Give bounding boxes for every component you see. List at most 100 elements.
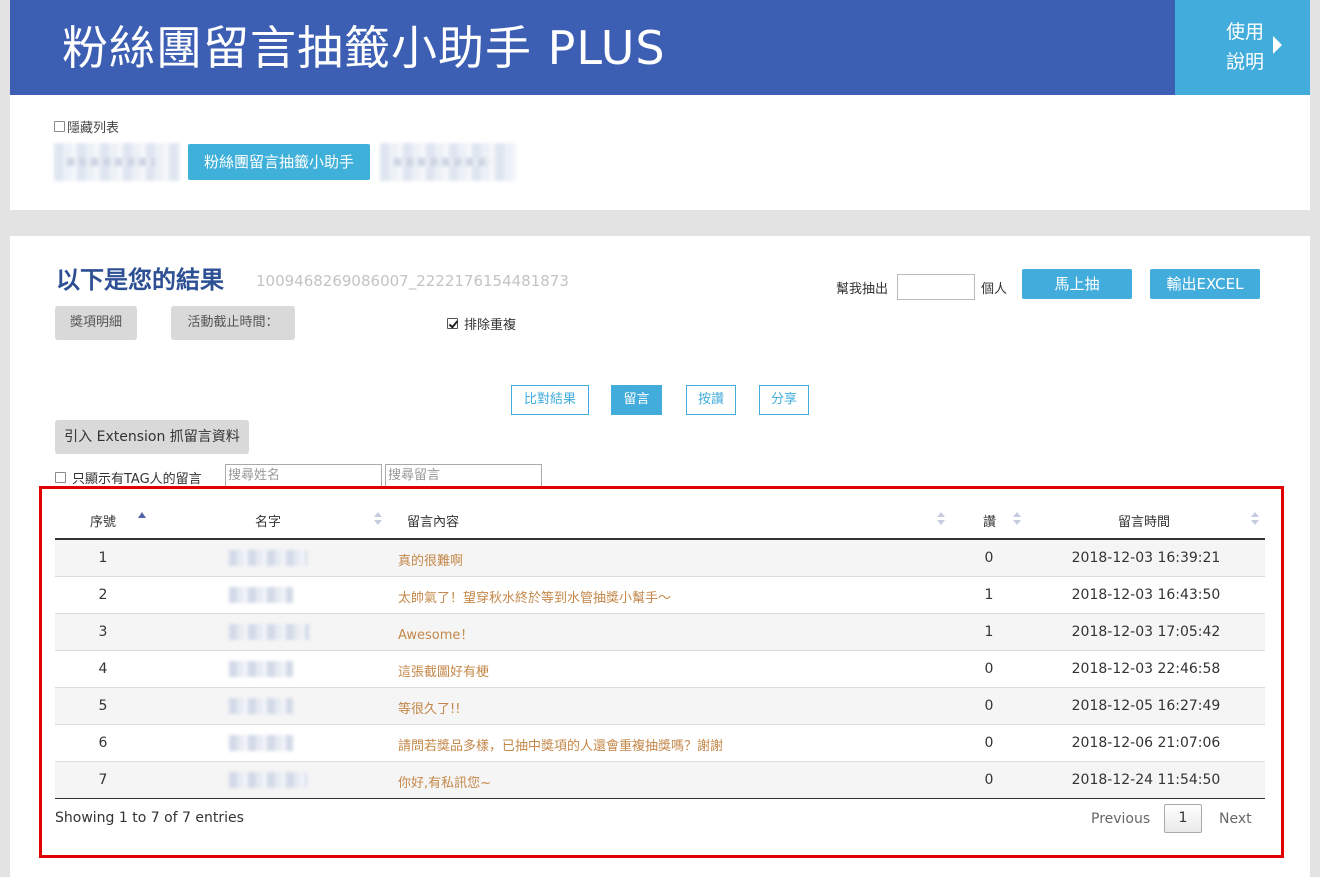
draw-now-button[interactable]: 馬上抽 xyxy=(1022,269,1132,299)
table-body: 1 真的很難啊 0 2018-12-03 16:39:21 2 太帥氣了！望穿秋水終於等到… xyxy=(55,540,1265,799)
cell-name-redacted xyxy=(215,655,323,685)
exclude-duplicates-label: 排除重複 xyxy=(464,318,517,333)
cell-content: 等很久了!! xyxy=(398,702,461,717)
cell-name-redacted xyxy=(215,692,323,722)
comments-table: 序號 名字 留言內容 讚 留言時間 1 真的很難啊 0 2018-12-03 16:3… xyxy=(55,500,1265,799)
tag-only-toggle[interactable]: 只顯示有TAG人的留言 xyxy=(55,468,202,487)
cell-no: 6 xyxy=(98,735,108,751)
export-excel-button[interactable]: 輸出EXCEL xyxy=(1150,269,1260,299)
column-header-no[interactable]: 序號 xyxy=(90,511,116,530)
help-label-line1: 使用 xyxy=(1225,21,1264,43)
help-button[interactable]: 使用 說明 xyxy=(1175,0,1310,95)
draw-label: 幫我抽出 xyxy=(836,282,889,297)
cell-likes: 1 xyxy=(984,587,994,603)
cell-time: 2018-12-24 11:54:50 xyxy=(1071,772,1221,788)
column-header-content[interactable]: 留言內容 xyxy=(407,511,459,530)
table-row[interactable]: 2 太帥氣了！望穿秋水終於等到水管抽獎小幫手～ 1 2018-12-03 16:43:… xyxy=(55,577,1265,614)
tab-likes[interactable]: 按讚 xyxy=(686,385,736,415)
column-header-name[interactable]: 名字 xyxy=(255,511,281,530)
sort-icon[interactable] xyxy=(1013,512,1021,526)
cell-time: 2018-12-06 21:07:06 xyxy=(1071,735,1221,751)
cell-content: Awesome！ xyxy=(398,628,474,643)
table-header: 序號 名字 留言內容 讚 留言時間 xyxy=(55,500,1265,540)
cell-time: 2018-12-03 17:05:42 xyxy=(1071,624,1221,640)
help-label: 使用 說明 xyxy=(1215,17,1275,77)
cell-content: 太帥氣了！望穿秋水終於等到水管抽獎小幫手～ xyxy=(398,591,672,606)
table-row[interactable]: 5 等很久了!! 0 2018-12-05 16:27:49 xyxy=(55,688,1265,725)
cell-no: 5 xyxy=(98,698,108,714)
pagination-next[interactable]: Next xyxy=(1219,811,1252,827)
column-header-time[interactable]: 留言時間 xyxy=(1118,511,1170,530)
cell-time: 2018-12-03 16:39:21 xyxy=(1071,550,1221,566)
app-header: 粉絲團留言抽籤小助手 PLUS 使用 說明 xyxy=(10,0,1310,95)
cell-likes: 0 xyxy=(984,550,994,566)
import-extension-button[interactable]: 引入 Extension 抓留言資料 xyxy=(55,420,249,454)
cell-time: 2018-12-03 22:46:58 xyxy=(1071,661,1221,677)
search-name-input[interactable]: 搜尋姓名 xyxy=(225,464,382,488)
draw-count-input[interactable] xyxy=(897,274,975,300)
cell-name-redacted xyxy=(215,766,323,796)
prize-details-button[interactable]: 獎項明細 xyxy=(55,306,137,340)
draw-unit: 個人 xyxy=(981,282,1008,297)
redacted-tool-button-left[interactable] xyxy=(54,143,180,181)
comment-draw-tool-button[interactable]: 粉絲團留言抽籤小助手 xyxy=(188,144,370,180)
table-row[interactable]: 4 這張截圖好有梗 0 2018-12-03 22:46:58 xyxy=(55,651,1265,688)
table-row[interactable]: 1 真的很難啊 0 2018-12-03 16:39:21 xyxy=(55,540,1265,577)
redacted-name xyxy=(229,772,307,788)
table-row[interactable]: 6 請問若獎品多樣，已抽中獎項的人還會重複抽獎嗎？謝謝 0 2018-12-06 21… xyxy=(55,725,1265,762)
cell-no: 3 xyxy=(98,624,108,640)
redacted-tool-button-right[interactable] xyxy=(380,143,517,181)
cell-likes: 0 xyxy=(984,772,994,788)
table-info: Showing 1 to 7 of 7 entries xyxy=(55,810,244,826)
cell-no: 7 xyxy=(98,772,108,788)
chevron-right-icon xyxy=(1273,36,1282,54)
redacted-name xyxy=(229,735,293,751)
deadline-button[interactable]: 活動截止時間： xyxy=(171,306,295,340)
redacted-name xyxy=(229,661,293,677)
tab-comments[interactable]: 留言 xyxy=(611,385,662,415)
table-row[interactable]: 7 你好,有私訊您~ 0 2018-12-24 11:54:50 xyxy=(55,762,1265,799)
app-title: 粉絲團留言抽籤小助手 PLUS xyxy=(62,21,666,75)
cell-no: 4 xyxy=(98,661,108,677)
cell-likes: 1 xyxy=(984,624,994,640)
pagination-previous[interactable]: Previous xyxy=(1091,811,1150,827)
exclude-duplicates-toggle[interactable]: 排除重複 xyxy=(447,314,516,333)
cell-content: 這張截圖好有梗 xyxy=(398,665,490,680)
cell-name-redacted xyxy=(215,544,323,574)
hide-list-label: 隱藏列表 xyxy=(67,121,120,136)
help-label-line2: 說明 xyxy=(1225,51,1264,73)
tag-only-checkbox[interactable] xyxy=(55,472,66,483)
hide-list-toggle[interactable]: 隱藏列表 xyxy=(54,117,119,136)
cell-content: 你好,有私訊您~ xyxy=(398,776,492,791)
pagination-page-1[interactable]: 1 xyxy=(1164,804,1202,833)
cell-no: 1 xyxy=(98,550,108,566)
sort-icon[interactable] xyxy=(374,512,382,526)
table-row[interactable]: 3 Awesome！ 1 2018-12-03 17:05:42 xyxy=(55,614,1265,651)
result-title: 以下是您的結果 xyxy=(56,266,224,294)
redacted-name xyxy=(229,550,307,566)
redacted-name xyxy=(229,624,309,640)
post-id: 1009468269086007_2222176154481873 xyxy=(256,272,569,290)
cell-content: 請問若獎品多樣，已抽中獎項的人還會重複抽獎嗎？謝謝 xyxy=(398,739,724,754)
cell-name-redacted xyxy=(215,618,323,648)
search-comment-input[interactable]: 搜尋留言 xyxy=(385,464,542,488)
tag-only-label: 只顯示有TAG人的留言 xyxy=(72,472,202,487)
redacted-name xyxy=(229,698,293,714)
exclude-duplicates-checkbox[interactable] xyxy=(447,318,458,329)
tools-panel: 隱藏列表 粉絲團留言抽籤小助手 xyxy=(10,95,1310,210)
tab-compare[interactable]: 比對結果 xyxy=(511,385,589,415)
sort-icon[interactable] xyxy=(1251,512,1259,526)
cell-no: 2 xyxy=(98,587,108,603)
column-header-likes[interactable]: 讚 xyxy=(983,511,996,530)
cell-likes: 0 xyxy=(984,698,994,714)
tab-shares[interactable]: 分享 xyxy=(759,385,809,415)
cell-time: 2018-12-05 16:27:49 xyxy=(1071,698,1221,714)
cell-content: 真的很難啊 xyxy=(398,554,464,569)
cell-name-redacted xyxy=(215,581,323,611)
cell-likes: 0 xyxy=(984,735,994,751)
sort-ascending-icon[interactable] xyxy=(138,512,146,518)
cell-likes: 0 xyxy=(984,661,994,677)
sort-icon[interactable] xyxy=(937,512,945,526)
cell-name-redacted xyxy=(215,729,323,759)
hide-list-checkbox[interactable] xyxy=(54,121,65,132)
